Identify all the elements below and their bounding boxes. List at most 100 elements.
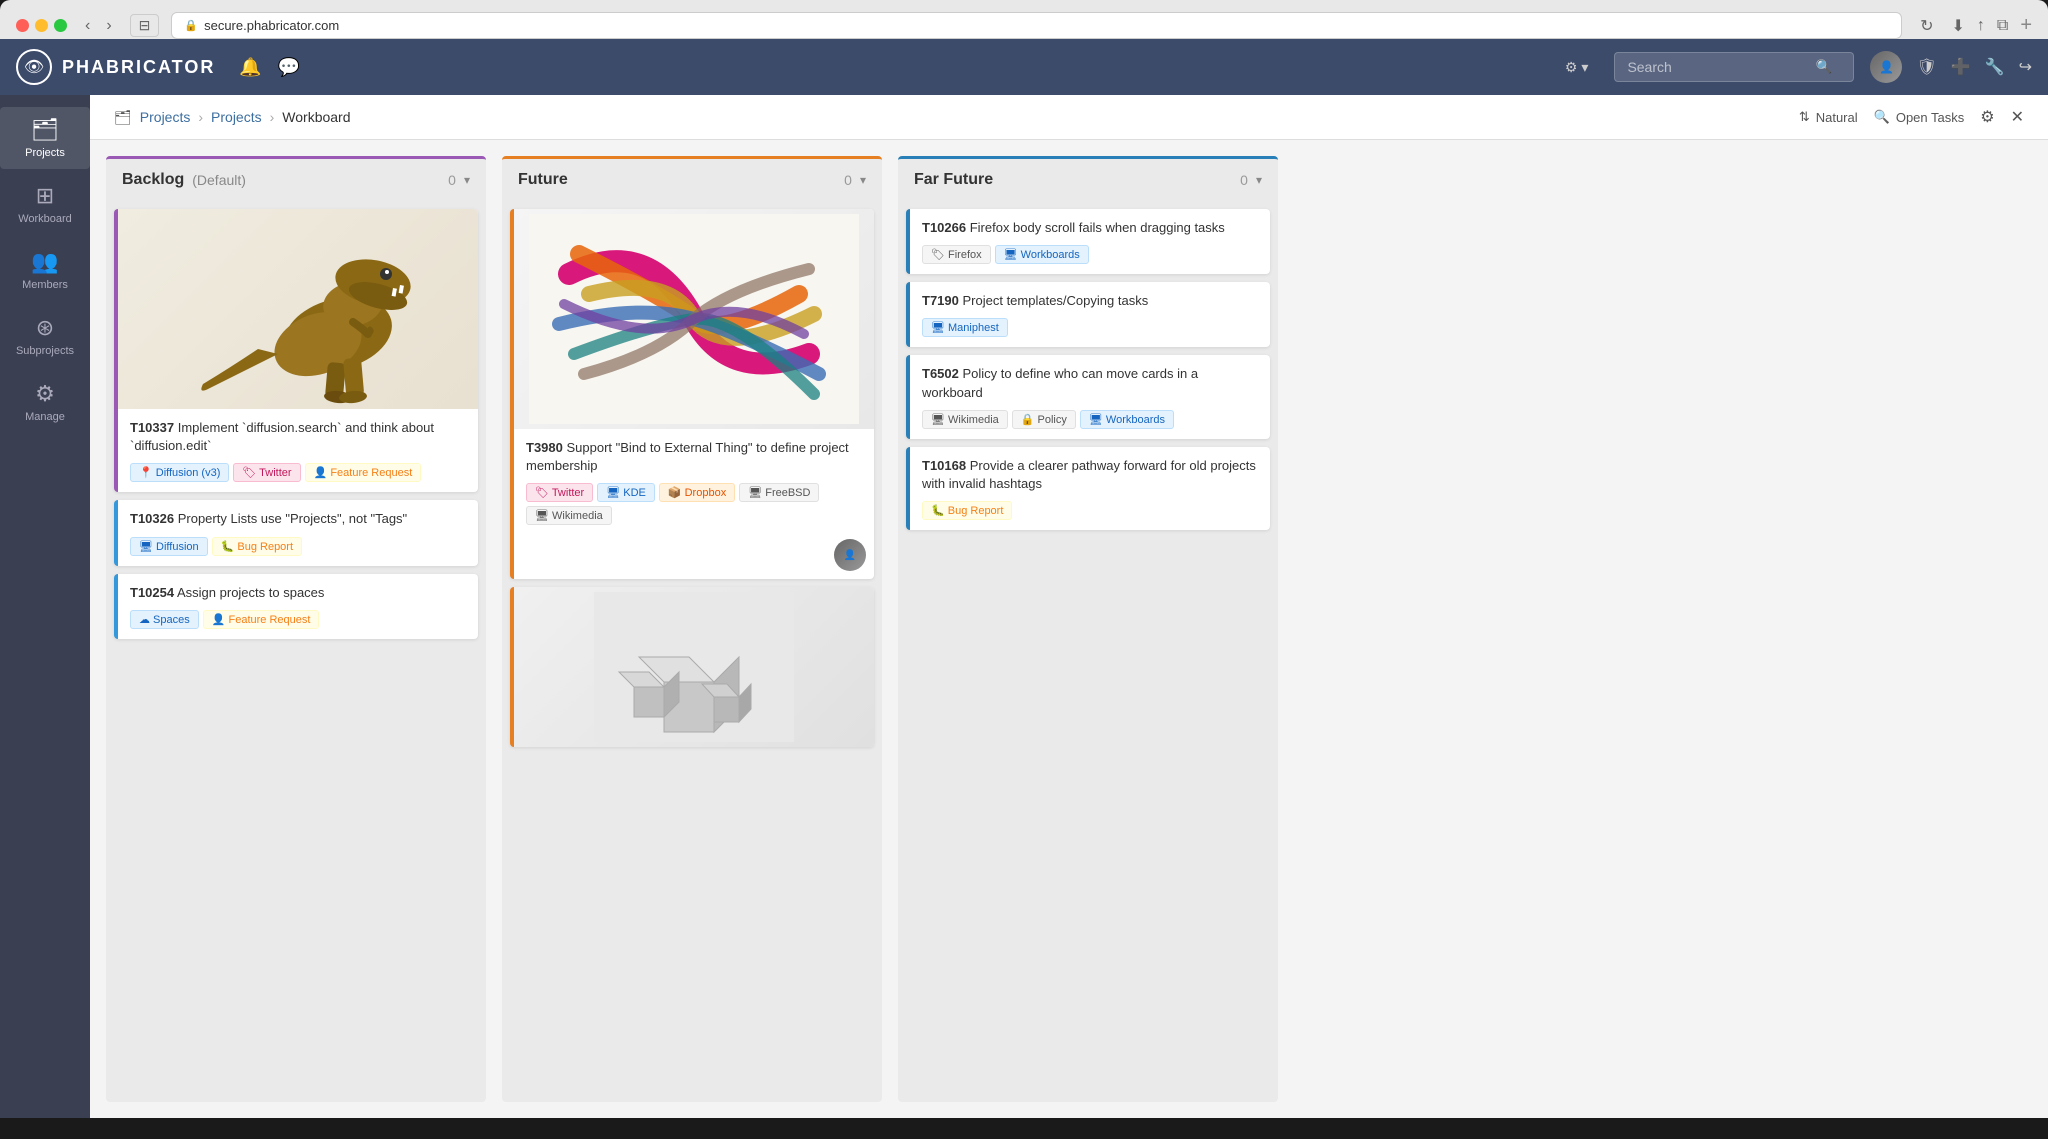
main-content: 🗂 Projects › Projects › Workboard ⇅ Natu… [90,95,2048,1118]
breadcrumb-current: Workboard [282,109,350,125]
tag-feature-request-1[interactable]: 👤 Feature Request [305,463,422,482]
tag-wikimedia-2[interactable]: 🖥 Wikimedia [922,410,1008,429]
card-title-t10266: T10266 Firefox body scroll fails when dr… [922,219,1258,237]
tag-bug-report-2[interactable]: 🐛 Bug Report [922,501,1012,520]
column-expand-far-future-button[interactable]: ▾ [1256,173,1262,187]
top-navbar: 👁 PHABRICATOR 🔔 💬 ⚙ ▾ 🔍 👤 🛡 ➕ 🔧 ↪ [0,39,2048,95]
card-t10337[interactable]: T10337 Implement `diffusion.search` and … [114,209,478,492]
share-icon[interactable]: ↑ [1977,16,1985,36]
dino-svg [178,214,418,404]
members-icon: 👥 [31,249,58,275]
column-cards-backlog: T10337 Implement `diffusion.search` and … [106,201,486,1102]
breadcrumb-projects-link-2[interactable]: Projects [211,109,262,125]
board-settings-button[interactable]: ⚙ [1980,107,1994,127]
workboard-icon: ⊞ [36,183,54,209]
column-cards-future: T3980 Support "Bind to External Thing" t… [502,201,882,1102]
gear-icon: ⚙ [1565,59,1578,76]
card-image-knot [514,209,874,429]
column-count-backlog: 0 [448,172,456,188]
tag-firefox[interactable]: 🏷 Firefox [922,245,991,264]
close-button[interactable] [16,19,29,32]
card-image-cube [514,587,874,747]
tag-spaces[interactable]: ☁ Spaces [130,610,199,629]
sidebar-label-projects: Projects [25,147,65,159]
sidebar-label-subprojects: Subprojects [16,345,74,357]
card-t10168[interactable]: T10168 Provide a clearer pathway forward… [906,447,1270,530]
column-backlog: Backlog (Default) 0 ▾ [106,156,486,1102]
card-tags-t10337: 📍 Diffusion (v3) 🏷 Twitter 👤 Feature Req… [130,463,466,482]
tag-kde[interactable]: 🖥 KDE [597,483,655,502]
filter-label: Open Tasks [1896,110,1964,125]
sidebar-item-members[interactable]: 👥 Members [0,239,90,301]
chat-icon[interactable]: 💬 [278,57,300,78]
fullscreen-button[interactable]: ✕ [2011,107,2024,127]
breadcrumb-projects-link[interactable]: Projects [140,109,191,125]
card-body-t10337: T10337 Implement `diffusion.search` and … [118,409,478,492]
card-cube[interactable] [510,587,874,747]
tag-bug-report-1[interactable]: 🐛 Bug Report [212,537,302,556]
tag-freebsd[interactable]: 🖥 FreeBSD [739,483,819,502]
tag-diffusion[interactable]: 🖥 Diffusion [130,537,208,556]
tag-twitter-2[interactable]: 🏷 Twitter [526,483,593,502]
help-icon[interactable]: 🛡 [1916,57,1936,77]
tag-feature-request-2[interactable]: 👤 Feature Request [203,610,320,629]
new-tab-button[interactable]: + [2020,14,2032,37]
search-input[interactable] [1627,59,1807,75]
traffic-lights [16,19,67,32]
duplicate-icon[interactable]: ⧉ [1997,16,2008,36]
column-expand-future-button[interactable]: ▾ [860,173,866,187]
tag-policy[interactable]: 🔒 Policy [1012,410,1076,429]
sidebar-item-workboard[interactable]: ⊞ Workboard [0,173,90,235]
gear-dropdown-button[interactable]: ⚙ ▾ [1555,53,1599,82]
tag-twitter-1[interactable]: 🏷 Twitter [233,463,300,482]
card-tags-t7190: 🖥 Maniphest [922,318,1258,337]
tag-workboards-2[interactable]: 🖥 Workboards [1080,410,1174,429]
sort-button[interactable]: ⇅ Natural [1799,109,1858,125]
workboard: Backlog (Default) 0 ▾ [90,140,2048,1118]
logo-eye-icon: 👁 [16,49,52,85]
breadcrumb-actions: ⇅ Natural 🔍 Open Tasks ⚙ ✕ [1799,107,2024,127]
refresh-button[interactable]: ↻ [1914,14,1939,38]
filter-button[interactable]: 🔍 Open Tasks [1874,109,1965,125]
sidebar-label-members: Members [22,279,68,291]
tag-workboards-1[interactable]: 🖥 Workboards [995,245,1089,264]
notifications-bell-icon[interactable]: 🔔 [239,57,261,78]
search-submit-button[interactable]: 🔍 [1815,59,1832,75]
manage-icon: ⚙ [35,381,55,407]
card-t3980[interactable]: T3980 Support "Bind to External Thing" t… [510,209,874,579]
logout-icon[interactable]: ↪ [2019,57,2032,77]
card-title-t3980: T3980 Support "Bind to External Thing" t… [526,439,862,475]
maximize-button[interactable] [54,19,67,32]
sidebar-toggle-button[interactable]: ⊟ [130,14,160,37]
add-icon[interactable]: ➕ [1951,57,1971,77]
sidebar-item-subprojects[interactable]: ⊛ Subprojects [0,305,90,367]
sidebar-item-projects[interactable]: 🗂 Projects [0,107,90,169]
tag-dropbox[interactable]: 📦 Dropbox [659,483,735,502]
wrench-icon[interactable]: 🔧 [1985,57,2005,77]
column-subtitle-backlog: (Default) [192,172,246,188]
card-tags-t10254: ☁ Spaces 👤 Feature Request [130,610,466,629]
card-title-t10254: T10254 Assign projects to spaces [130,584,466,602]
tag-wikimedia-1[interactable]: 🖥 Wikimedia [526,506,612,525]
sidebar-item-manage[interactable]: ⚙ Manage [0,371,90,433]
card-t10254[interactable]: T10254 Assign projects to spaces ☁ Space… [114,574,478,639]
card-t10326[interactable]: T10326 Property Lists use "Projects", no… [114,500,478,565]
content-area: 🗂 Projects ⊞ Workboard 👥 Members ⊛ Subpr… [0,95,2048,1118]
card-body-t10326: T10326 Property Lists use "Projects", no… [118,500,478,565]
card-avatar: 👤 [834,539,866,571]
tag-diffusion-v3[interactable]: 📍 Diffusion (v3) [130,463,229,482]
tag-maniphest[interactable]: 🖥 Maniphest [922,318,1008,337]
avatar[interactable]: 👤 [1870,51,1902,83]
logo-text: PHABRICATOR [62,57,215,78]
forward-button[interactable]: › [100,15,117,37]
column-expand-backlog-button[interactable]: ▾ [464,173,470,187]
card-t7190[interactable]: T7190 Project templates/Copying tasks 🖥 … [906,282,1270,347]
column-title-future: Future [518,171,568,189]
sidebar-label-workboard: Workboard [18,213,72,225]
back-button[interactable]: ‹ [79,15,96,37]
minimize-button[interactable] [35,19,48,32]
card-t10266[interactable]: T10266 Firefox body scroll fails when dr… [906,209,1270,274]
download-icon[interactable]: ⬇ [1951,16,1964,36]
column-title-backlog: Backlog [122,171,184,189]
card-t6502[interactable]: T6502 Policy to define who can move card… [906,355,1270,438]
